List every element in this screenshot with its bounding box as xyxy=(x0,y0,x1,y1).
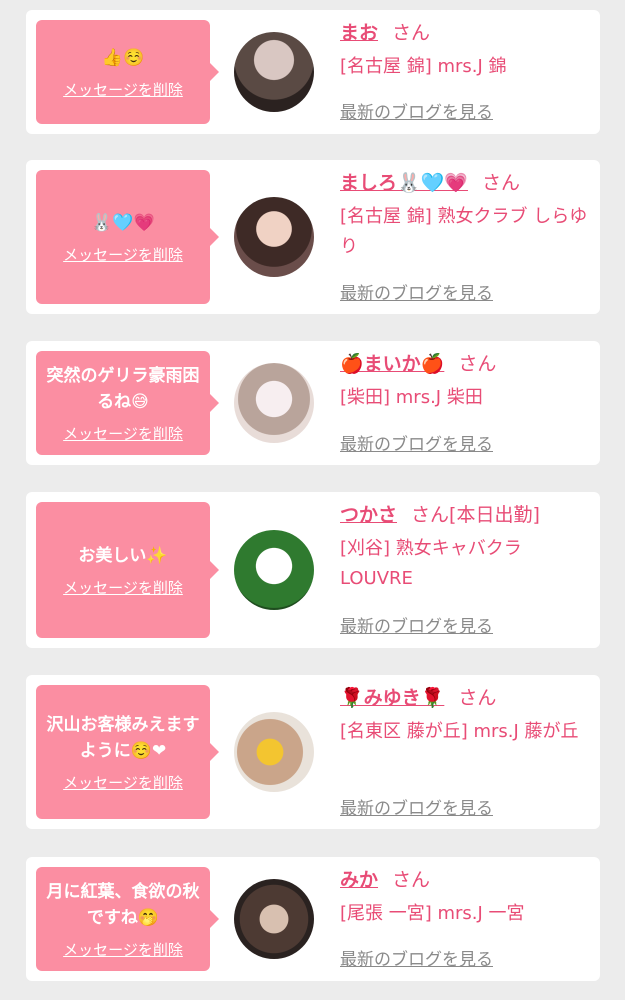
message-text: 沢山お客様みえますように☺️❤ xyxy=(46,714,200,761)
message-bubble: お美しい✨ メッセージを削除 xyxy=(36,502,219,638)
message-bubble: 月に紅葉、食欲の秋ですね🤭 メッセージを削除 xyxy=(36,867,219,971)
shop-text: [柴田] mrs.J 柴田 xyxy=(340,387,483,408)
latest-blog-link[interactable]: 最新のブログを見る xyxy=(340,945,493,970)
shop-text: [名東区 藤が丘] mrs.J 藤が丘 xyxy=(340,721,579,742)
avatar[interactable] xyxy=(234,363,314,443)
delete-message-link[interactable]: メッセージを削除 xyxy=(63,577,183,598)
avatar[interactable] xyxy=(234,879,314,959)
message-bubble: 👍☺️ メッセージを削除 xyxy=(36,20,219,124)
san-label: さん xyxy=(458,687,497,709)
delete-message-link[interactable]: メッセージを削除 xyxy=(63,244,183,265)
latest-blog-link[interactable]: 最新のブログを見る xyxy=(340,794,493,819)
message-text: お美しい✨ xyxy=(78,545,168,566)
girl-name-link[interactable]: ましろ🐰🩵💗 xyxy=(340,172,468,194)
message-card: 🐰🩵💗 メッセージを削除 ましろ🐰🩵💗 さん [名古屋 錦] 熟女クラブ しらゆり… xyxy=(26,160,600,314)
shop-text: [尾張 一宮] mrs.J 一宮 xyxy=(340,903,525,924)
message-text: 🐰🩵💗 xyxy=(91,212,155,233)
message-text: 突然のゲリラ豪雨困るね😅 xyxy=(46,365,200,412)
san-label: さん xyxy=(411,504,450,526)
message-card: お美しい✨ メッセージを削除 つかさ さん[本日出勤] [刈谷] 熟女キャバクラ … xyxy=(26,492,600,648)
girl-name-link[interactable]: つかさ xyxy=(340,504,397,526)
message-text: 月に紅葉、食欲の秋ですね🤭 xyxy=(46,881,200,928)
shop-text: [刈谷] 熟女キャバクラ LOUVRE xyxy=(340,538,522,589)
delete-message-link[interactable]: メッセージを削除 xyxy=(63,939,183,960)
avatar[interactable] xyxy=(234,712,314,792)
message-card: 月に紅葉、食欲の秋ですね🤭 メッセージを削除 みか さん [尾張 一宮] mrs.… xyxy=(26,857,600,981)
shop-text: [名古屋 錦] 熟女クラブ しらゆり xyxy=(340,206,588,257)
message-card: 突然のゲリラ豪雨困るね😅 メッセージを削除 🍎まいか🍎 さん [柴田] mrs.J… xyxy=(26,341,600,465)
latest-blog-link[interactable]: 最新のブログを見る xyxy=(340,98,493,123)
avatar[interactable] xyxy=(234,32,314,112)
latest-blog-link[interactable]: 最新のブログを見る xyxy=(340,279,493,304)
message-bubble: 🐰🩵💗 メッセージを削除 xyxy=(36,170,219,304)
san-label: さん xyxy=(458,353,497,375)
girl-name-link[interactable]: 🍎まいか🍎 xyxy=(340,353,444,375)
message-text: 👍☺️ xyxy=(101,47,145,68)
girl-name-link[interactable]: まお xyxy=(340,22,378,44)
message-card: 沢山お客様みえますように☺️❤ メッセージを削除 🌹みゆき🌹 さん [名東区 藤が… xyxy=(26,675,600,829)
latest-blog-link[interactable]: 最新のブログを見る xyxy=(340,430,493,455)
avatar[interactable] xyxy=(234,530,314,610)
san-label: さん xyxy=(481,172,520,194)
san-label: さん xyxy=(392,869,431,891)
status-text: [本日出勤] xyxy=(449,504,540,526)
girl-name-link[interactable]: 🌹みゆき🌹 xyxy=(340,687,444,709)
avatar[interactable] xyxy=(234,197,314,277)
delete-message-link[interactable]: メッセージを削除 xyxy=(63,79,183,100)
message-bubble: 沢山お客様みえますように☺️❤ メッセージを削除 xyxy=(36,685,219,819)
message-card: 👍☺️ メッセージを削除 まお さん [名古屋 錦] mrs.J 錦 最新のブログ… xyxy=(26,10,600,134)
message-bubble: 突然のゲリラ豪雨困るね😅 メッセージを削除 xyxy=(36,351,219,455)
shop-text: [名古屋 錦] mrs.J 錦 xyxy=(340,56,507,77)
delete-message-link[interactable]: メッセージを削除 xyxy=(63,423,183,444)
delete-message-link[interactable]: メッセージを削除 xyxy=(63,772,183,793)
san-label: さん xyxy=(392,22,431,44)
girl-name-link[interactable]: みか xyxy=(340,869,378,891)
latest-blog-link[interactable]: 最新のブログを見る xyxy=(340,612,493,637)
